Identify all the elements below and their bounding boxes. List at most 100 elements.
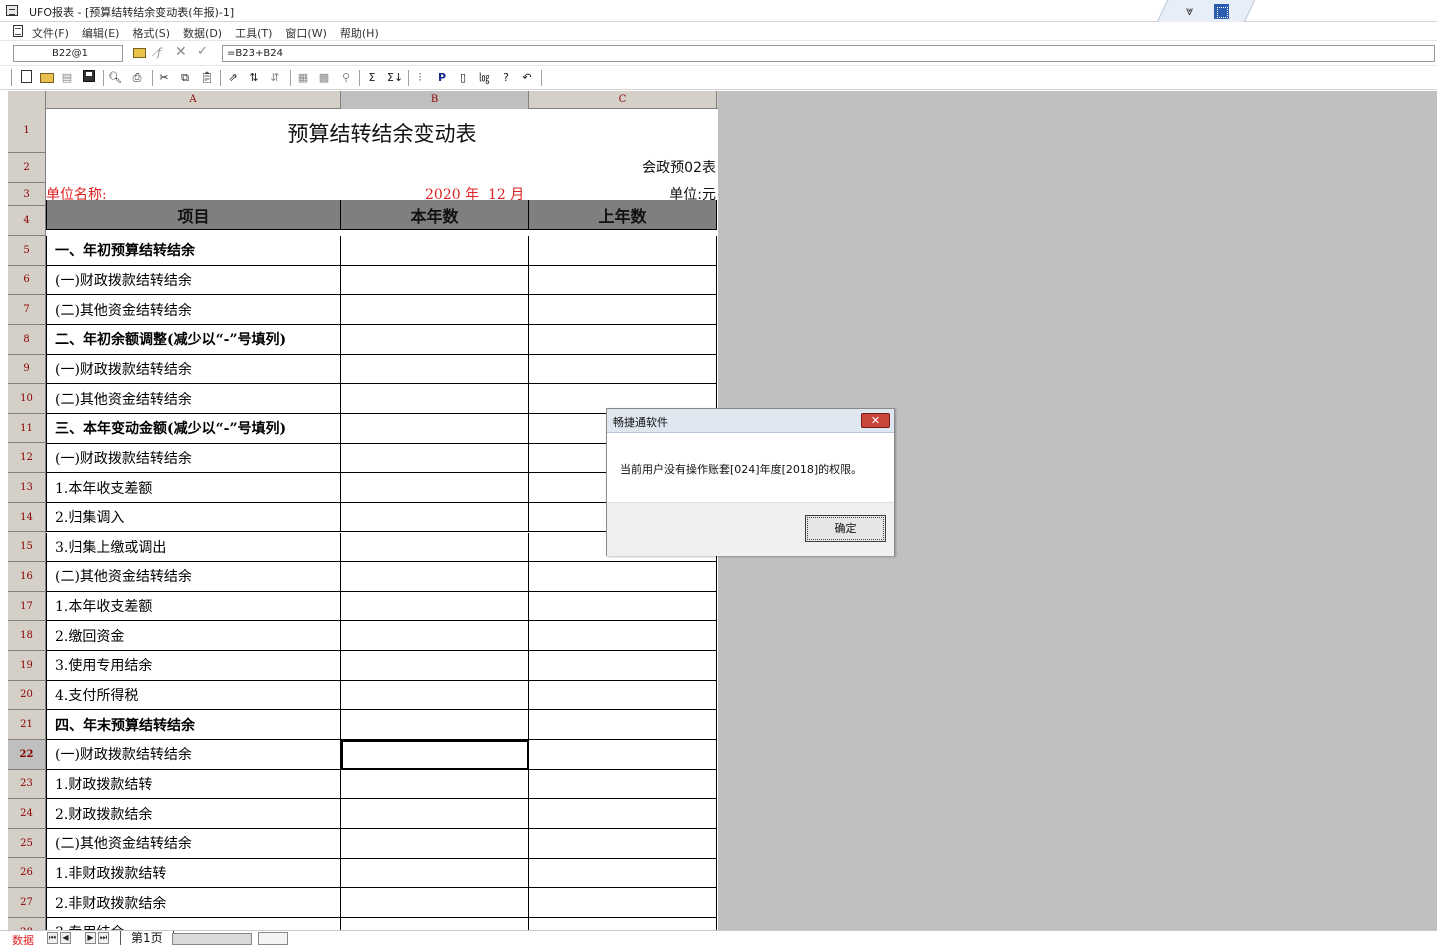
- cell-current-year[interactable]: [341, 888, 529, 918]
- cell-item[interactable]: (二)其他资金结转结余: [46, 384, 341, 414]
- menu-item[interactable]: 窗口(W): [285, 25, 326, 41]
- ok-button[interactable]: 确定: [805, 515, 886, 542]
- cancel-edit-icon[interactable]: ✕: [175, 44, 187, 60]
- formula-input[interactable]: =B23+B24: [222, 45, 1435, 62]
- cell-item[interactable]: (二)其他资金结转结余: [46, 829, 341, 859]
- column-header-b[interactable]: B: [341, 91, 529, 109]
- row-header[interactable]: 28: [8, 917, 46, 930]
- row-header[interactable]: 21: [8, 710, 46, 740]
- help-icon[interactable]: ?: [499, 70, 513, 85]
- document-icon[interactable]: [13, 25, 23, 37]
- cell-current-year[interactable]: [341, 917, 529, 930]
- row-header[interactable]: 4: [8, 206, 46, 236]
- new-file-icon[interactable]: [21, 70, 32, 83]
- cell-item[interactable]: (一)财政拨款结转结余: [46, 740, 341, 770]
- dialog-titlebar[interactable]: 畅捷通软件 ✕: [607, 409, 894, 433]
- last-sheet-icon[interactable]: ⏭: [98, 932, 109, 944]
- row-header[interactable]: 11: [8, 413, 46, 444]
- cell-prior-year[interactable]: [529, 710, 717, 741]
- p-format-icon[interactable]: P: [435, 70, 449, 85]
- row-header[interactable]: 12: [8, 443, 46, 474]
- next-sheet-icon[interactable]: ▶: [85, 932, 96, 944]
- cell-item[interactable]: 三、本年变动金额(减少以“-”号填列): [46, 413, 341, 444]
- header-item[interactable]: 项目: [46, 200, 341, 230]
- cell-reference-box[interactable]: B22@1: [13, 45, 123, 62]
- insert-function-icon[interactable]: ⇗: [226, 70, 240, 85]
- cell-current-year[interactable]: [341, 295, 529, 325]
- cell-prior-year[interactable]: [529, 769, 717, 800]
- column-header-c[interactable]: C: [529, 91, 717, 109]
- first-sheet-icon[interactable]: ⏮: [47, 932, 58, 944]
- row-header[interactable]: 3: [8, 183, 46, 206]
- sum-column-icon[interactable]: Σ↓: [387, 70, 403, 85]
- cell-current-year[interactable]: [341, 354, 529, 385]
- row-header[interactable]: 18: [8, 621, 46, 651]
- cell-item[interactable]: (一)财政拨款结转结余: [46, 354, 341, 385]
- header-prior-year[interactable]: 上年数: [529, 200, 717, 230]
- row-header[interactable]: 5: [8, 236, 46, 266]
- cell-prior-year[interactable]: [529, 295, 717, 325]
- cell-item[interactable]: 2.归集调入: [46, 502, 341, 533]
- cut-icon[interactable]: ✂: [157, 70, 171, 85]
- cell-prior-year[interactable]: [529, 621, 717, 652]
- row-header[interactable]: 17: [8, 591, 46, 622]
- dialog-close-button[interactable]: ✕: [861, 413, 890, 428]
- report-code[interactable]: 会政预02表: [642, 157, 716, 177]
- row-header[interactable]: 6: [8, 265, 46, 296]
- cell-item[interactable]: 2.非财政拨款结余: [46, 888, 341, 918]
- cell-item[interactable]: 1.本年收支差额: [46, 591, 341, 622]
- cell-item[interactable]: 3.专用结余: [46, 917, 341, 930]
- cell-prior-year[interactable]: [529, 324, 717, 355]
- cell-prior-year[interactable]: [529, 858, 717, 889]
- cell-current-year[interactable]: [341, 324, 529, 355]
- print-icon[interactable]: ⎙: [130, 70, 144, 85]
- cell-item[interactable]: (二)其他资金结转结余: [46, 295, 341, 325]
- row-header[interactable]: 14: [8, 502, 46, 533]
- cell-item[interactable]: 一、年初预算结转结余: [46, 236, 341, 266]
- grid-lines-icon[interactable]: ▩: [317, 70, 331, 85]
- row-header[interactable]: 1: [8, 109, 46, 153]
- cell-item[interactable]: 四、年末预算结转结余: [46, 710, 341, 741]
- page-setup-icon[interactable]: ▯: [456, 70, 470, 85]
- row-header[interactable]: 2: [8, 153, 46, 183]
- row-header[interactable]: 9: [8, 354, 46, 385]
- confirm-edit-icon[interactable]: ✓: [197, 44, 208, 59]
- menu-item[interactable]: 工具(T): [235, 25, 272, 41]
- cell-prior-year[interactable]: [529, 562, 717, 592]
- menu-item[interactable]: 文件(F): [32, 25, 69, 41]
- cell-current-year[interactable]: [341, 443, 529, 474]
- merge-cells-icon[interactable]: ▦: [296, 70, 310, 85]
- row-header[interactable]: 22: [8, 739, 46, 770]
- cell-prior-year[interactable]: [529, 829, 717, 859]
- row-header[interactable]: 19: [8, 650, 46, 681]
- sum-icon[interactable]: Σ: [365, 70, 379, 85]
- row-header[interactable]: 13: [8, 473, 46, 503]
- cell-current-year[interactable]: [341, 236, 529, 266]
- row-header[interactable]: 25: [8, 828, 46, 859]
- cell-item[interactable]: 3.使用专用结余: [46, 651, 341, 681]
- sort-descending-icon[interactable]: ⇵: [268, 70, 282, 85]
- column-header-a[interactable]: A: [46, 91, 341, 109]
- cell-prior-year[interactable]: [529, 917, 717, 930]
- cell-item[interactable]: 2.缴回资金: [46, 621, 341, 652]
- save-icon[interactable]: [83, 70, 95, 82]
- menu-item[interactable]: 编辑(E): [82, 25, 120, 41]
- row-header[interactable]: 23: [8, 769, 46, 800]
- cell-item[interactable]: 二、年初余额调整(减少以“-”号填列): [46, 324, 341, 355]
- toolbar-grip[interactable]: [9, 69, 12, 86]
- row-header[interactable]: 8: [8, 324, 46, 355]
- cell-item[interactable]: 4.支付所得税: [46, 680, 341, 711]
- chart-icon[interactable]: ⫶: [413, 70, 427, 85]
- cell-current-year[interactable]: [341, 621, 529, 652]
- new-doc-icon[interactable]: ▤: [60, 70, 74, 85]
- copy-icon[interactable]: ⧉: [178, 70, 192, 85]
- row-header[interactable]: 7: [8, 295, 46, 325]
- cell-prior-year[interactable]: [529, 740, 717, 770]
- cell-prior-year[interactable]: [529, 651, 717, 681]
- select-all-corner[interactable]: [8, 91, 46, 109]
- log-icon[interactable]: ㏒: [477, 70, 491, 85]
- row-header[interactable]: 16: [8, 562, 46, 592]
- cell-current-year[interactable]: [341, 591, 529, 622]
- cell-current-year[interactable]: [341, 473, 529, 503]
- row-header[interactable]: 15: [8, 532, 46, 563]
